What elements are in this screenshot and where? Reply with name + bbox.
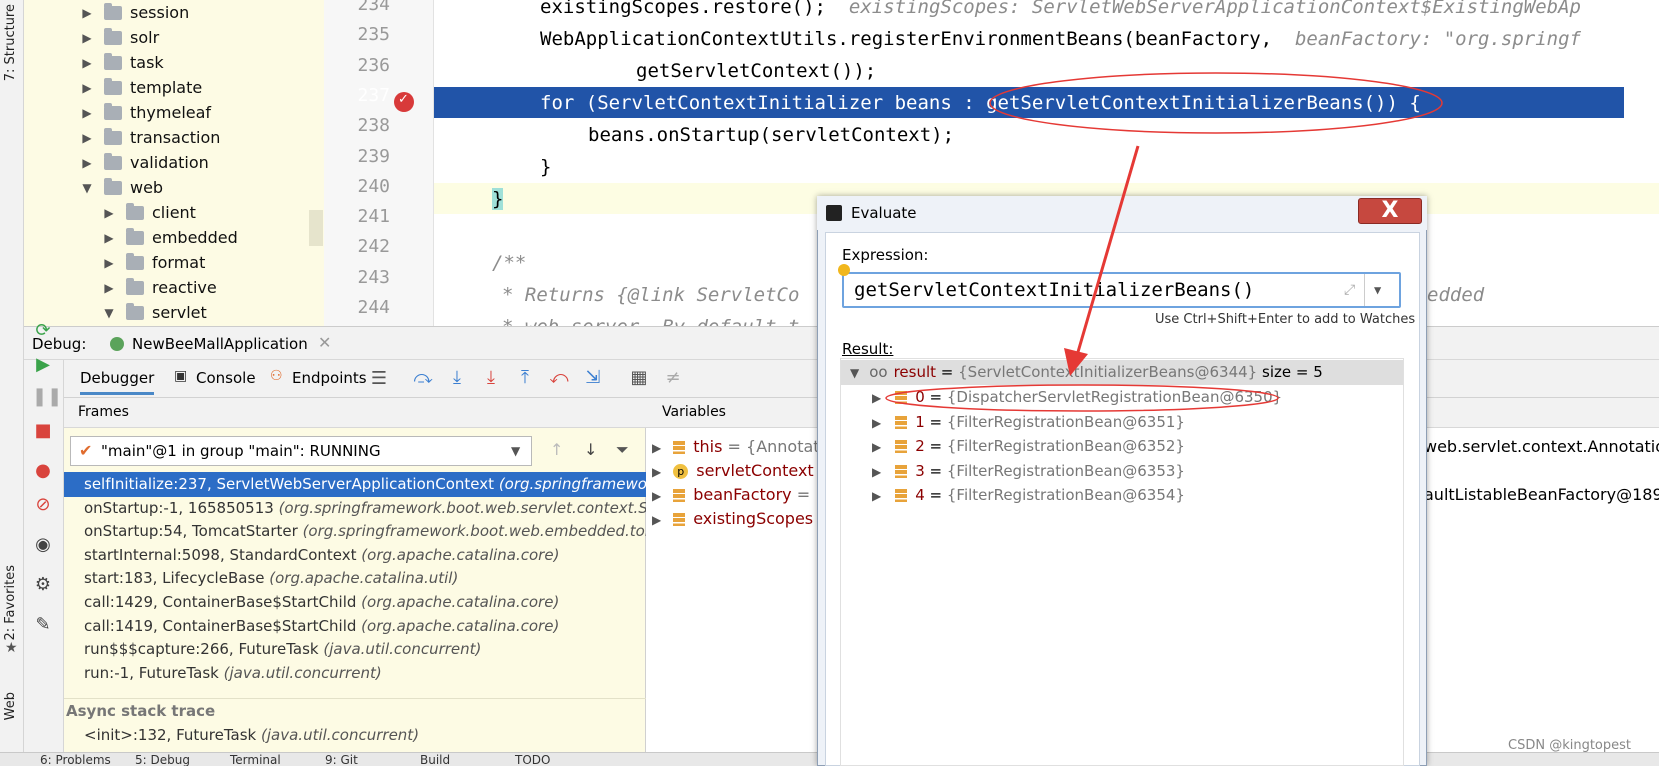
- annotation-ellipse-result: [885, 384, 1279, 412]
- annotation-arrow-line: [1076, 145, 1140, 353]
- annotation-ellipse-expression: [989, 72, 1443, 134]
- annotation-arrow-head: [1064, 348, 1088, 376]
- watermark: CSDN @kingtopest: [1508, 738, 1631, 753]
- annotation-overlay: [885, 72, 1443, 412]
